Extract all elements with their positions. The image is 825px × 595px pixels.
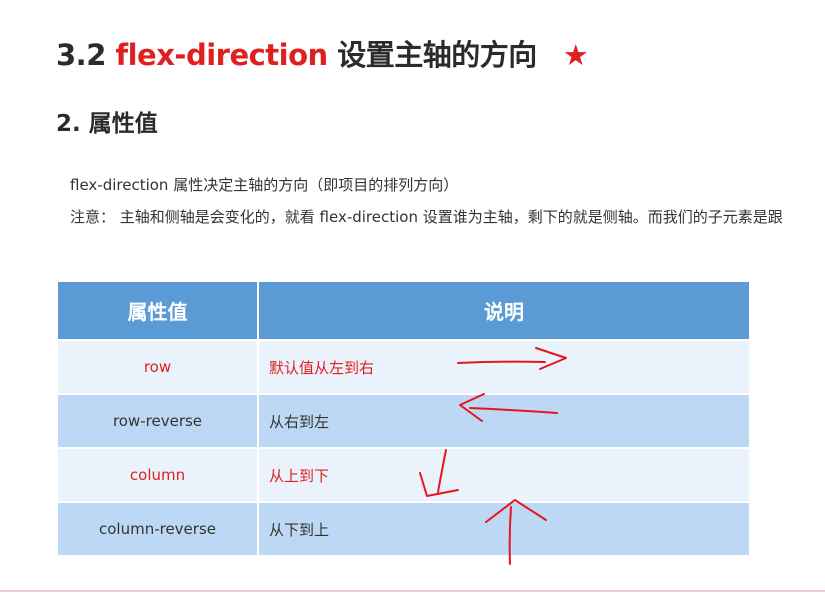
row-value: row [58,339,259,394]
row-value: column [58,447,259,502]
note-paragraph: 注意： 主轴和侧轴是会变化的，就看 flex-direction 设置谁为主轴，… [70,208,783,226]
star-icon: ★ [562,38,589,72]
slide-page: 3.2 flex-direction 设置主轴的方向 ★ 2. 属性值 flex-… [0,0,825,595]
row-value: row-reverse [58,393,259,448]
property-table: 属性值 说明 row 默认值从左到右 row-reverse 从右到左 colu… [58,282,749,555]
table-row: row 默认值从左到右 [58,339,749,394]
row-description: 从下到上 [258,501,749,555]
section-subtitle: 2. 属性值 [56,111,158,137]
row-value: column-reverse [58,501,259,555]
row-description: 从上到下 [258,447,749,502]
table-row: column 从上到下 [58,447,749,502]
title-prefix: 3.2 [56,38,116,72]
header-property-value: 属性值 [58,282,259,340]
row-description: 默认值从左到右 [258,339,749,394]
page-title: 3.2 flex-direction 设置主轴的方向 ★ [56,32,589,74]
description-paragraph: flex-direction 属性决定主轴的方向（即项目的排列方向） [70,176,459,194]
title-suffix: 设置主轴的方向 [327,38,537,72]
table-header-row: 属性值 说明 [58,282,749,340]
table-row: row-reverse 从右到左 [58,393,749,448]
title-highlight: flex-direction [115,38,328,72]
table-row: column-reverse 从下到上 [58,501,749,555]
bottom-divider [0,590,825,592]
row-description: 从右到左 [258,393,749,448]
header-description: 说明 [258,282,749,340]
